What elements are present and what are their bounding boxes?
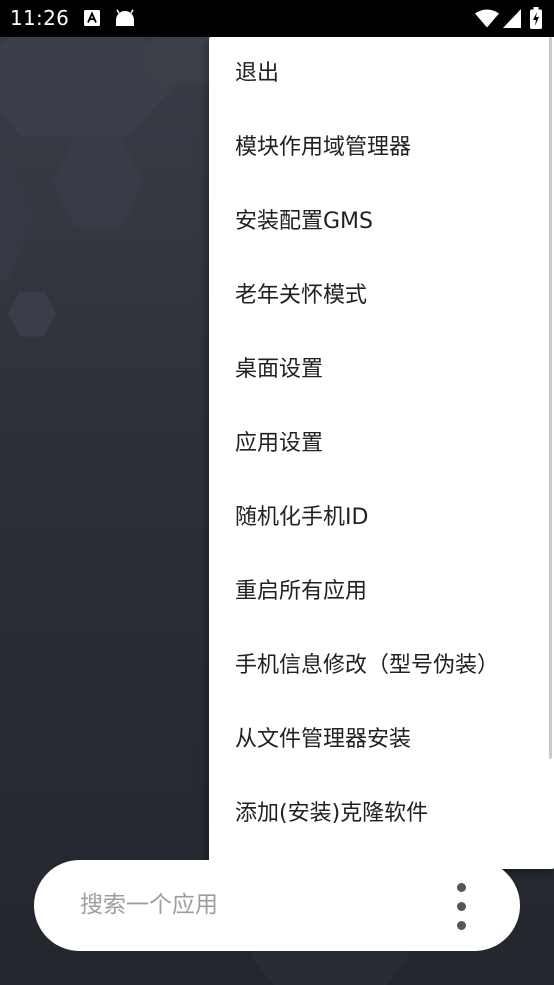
search-input[interactable]: 搜索一个应用 (80, 891, 218, 919)
wallpaper-hexagon (52, 137, 144, 228)
more-dot (457, 883, 466, 892)
menu-item-label: 从文件管理器安装 (235, 727, 412, 752)
menu-scrollbar[interactable] (549, 37, 552, 759)
more-dot (457, 921, 466, 930)
menu-item-restart-all-apps[interactable]: 重启所有应用 (209, 555, 554, 629)
wifi-icon (475, 9, 499, 28)
menu-item-label: 添加(安装)克隆软件 (235, 801, 429, 826)
menu-item-label: 退出 (235, 61, 280, 86)
menu-item-label: 安装配置GMS (235, 209, 373, 234)
menu-item-device-info-modify[interactable]: 手机信息修改（型号伪装） (209, 629, 554, 703)
app-search-bar[interactable]: 搜索一个应用 (34, 860, 520, 951)
more-vertical-icon[interactable] (441, 878, 481, 934)
menu-item-label: 重启所有应用 (235, 579, 368, 604)
menu-item-module-scope-manager[interactable]: 模块作用域管理器 (209, 111, 554, 185)
wallpaper-hexagon (8, 291, 56, 337)
menu-item-install-from-file-manager[interactable]: 从文件管理器安装 (209, 703, 554, 777)
a-notification-icon (84, 10, 100, 26)
menu-item-elderly-mode[interactable]: 老年关怀模式 (209, 259, 554, 333)
menu-item-app-settings[interactable]: 应用设置 (209, 407, 554, 481)
menu-item-add-clone-app[interactable]: 添加(安装)克隆软件 (209, 777, 554, 851)
signal-icon (503, 9, 521, 28)
launcher-screen: 11:26 退出 模块作用域管理器 安装配置GMS 老年关怀模式 桌面设置 应用… (0, 0, 554, 985)
menu-item-label: 老年关怀模式 (235, 283, 368, 308)
status-time: 11:26 (10, 6, 70, 30)
menu-item-install-gms[interactable]: 安装配置GMS (209, 185, 554, 259)
menu-item-label: 桌面设置 (235, 357, 324, 382)
android-icon (115, 9, 135, 27)
menu-item-randomize-phone-id[interactable]: 随机化手机ID (209, 481, 554, 555)
menu-item-label: 应用设置 (235, 431, 324, 456)
wallpaper-hexagon (0, 23, 180, 137)
wallpaper-hexagon (0, 149, 35, 281)
status-bar: 11:26 (0, 0, 554, 37)
menu-item-label: 模块作用域管理器 (235, 135, 412, 160)
overflow-menu: 退出 模块作用域管理器 安装配置GMS 老年关怀模式 桌面设置 应用设置 随机化… (209, 37, 554, 869)
battery-charging-icon (530, 7, 542, 29)
menu-item-desktop-settings[interactable]: 桌面设置 (209, 333, 554, 407)
menu-item-label: 手机信息修改（型号伪装） (235, 653, 500, 678)
more-dot (457, 902, 466, 911)
menu-item-label: 随机化手机ID (235, 505, 369, 530)
menu-item-exit[interactable]: 退出 (209, 37, 554, 111)
